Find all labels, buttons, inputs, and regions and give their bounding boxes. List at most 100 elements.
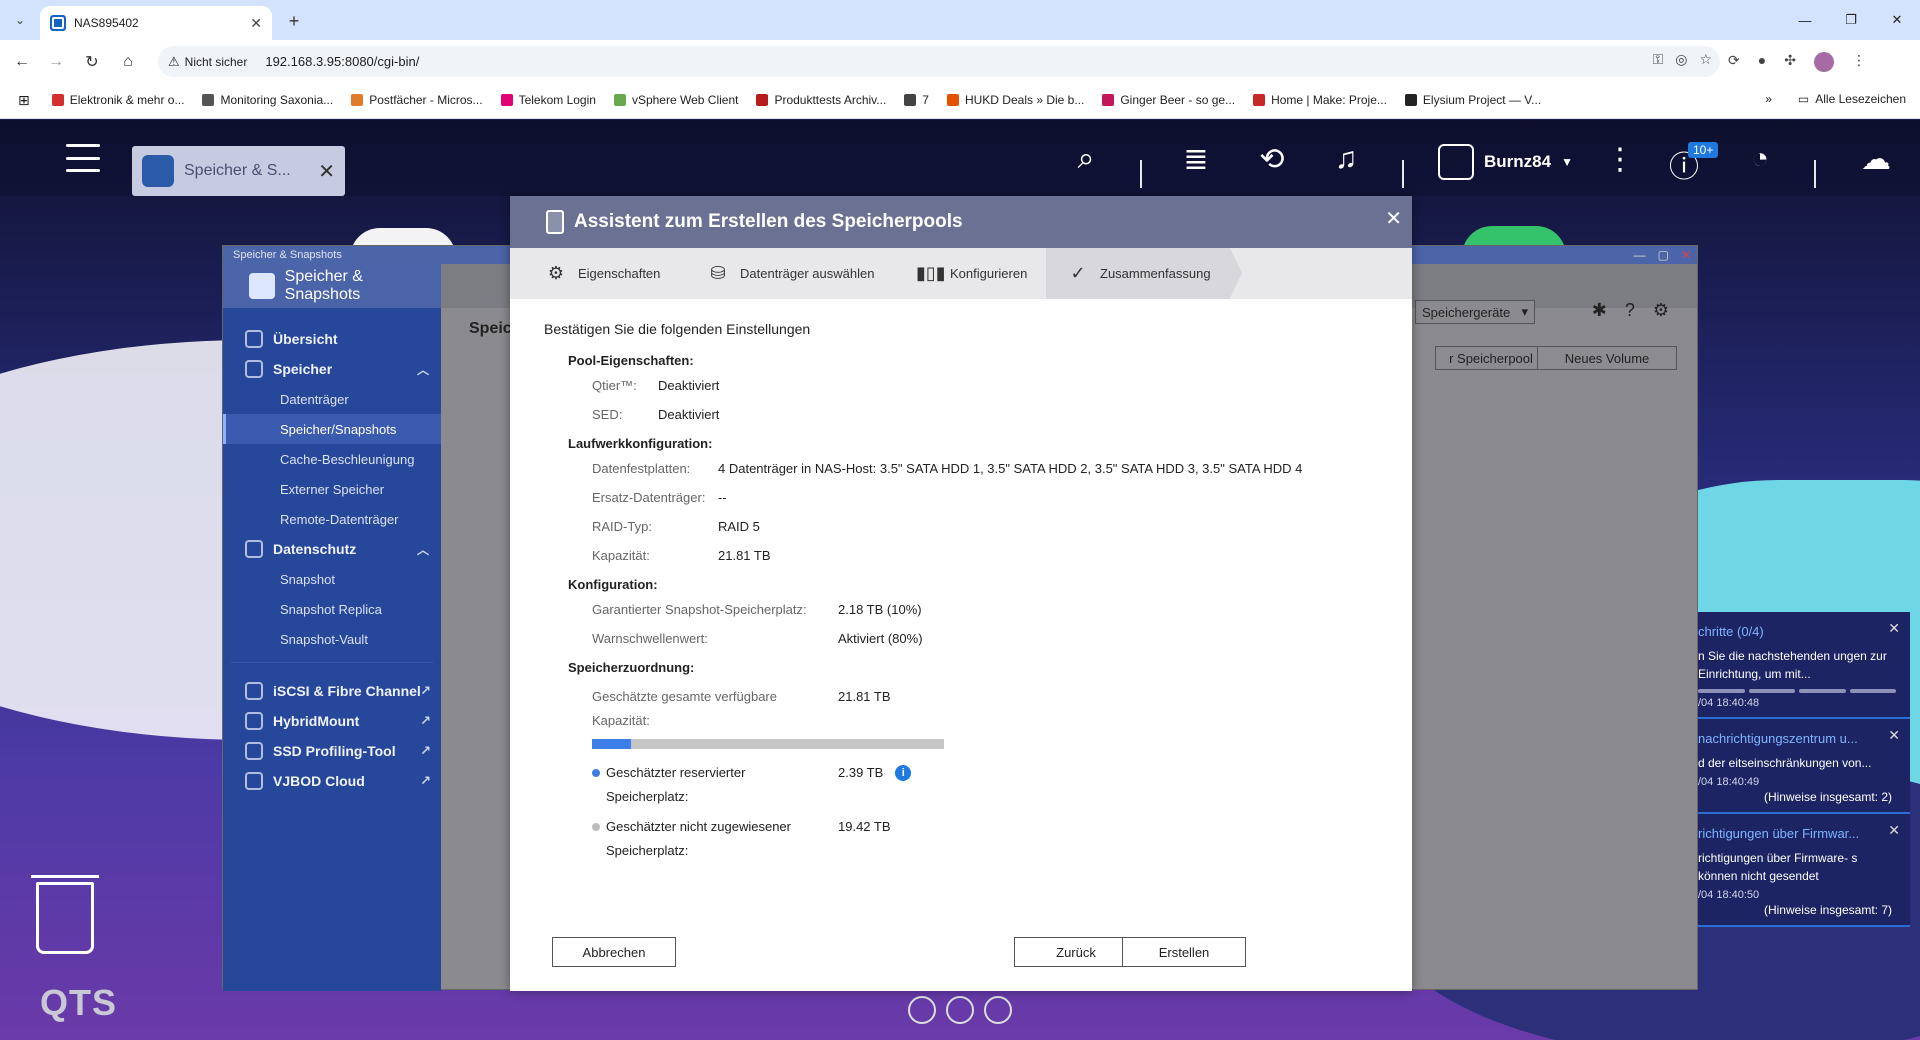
sidebar-item-storage-snapshots[interactable]: Speicher/Snapshots — [223, 414, 441, 444]
sidebar-item-disks[interactable]: Datenträger — [223, 384, 441, 414]
close-window-button[interactable]: ✕ — [1874, 8, 1920, 32]
legend-row: Geschätzter nicht zugewiesener Speicherp… — [592, 815, 1378, 869]
minimize-button[interactable]: — — [1782, 8, 1828, 32]
info-icon[interactable]: i — [895, 765, 912, 781]
notification-card[interactable]: ✕ chritte (0/4) n Sie die nachstehenden … — [1698, 612, 1910, 719]
bookmark-item[interactable]: vSphere Web Client — [613, 93, 738, 107]
eye-off-icon[interactable]: ◎ — [1675, 51, 1687, 68]
apps-grid-icon[interactable]: ⊞ — [18, 92, 30, 109]
storage-devices-select[interactable]: Speichergeräte ▾ — [1415, 300, 1535, 324]
extensions-puzzle-icon[interactable]: ✣ — [1784, 52, 1796, 72]
summary-row: Qtier™: Deaktiviert — [592, 378, 720, 393]
bookmark-item[interactable]: Monitoring Saxonia... — [202, 93, 333, 107]
capacity-bar — [592, 739, 944, 749]
close-icon[interactable]: ✕ — [1888, 620, 1900, 637]
sidebar-item-iscsi[interactable]: iSCSI & Fibre Channel ↗ — [223, 676, 441, 706]
bookmark-item[interactable]: Postfächer - Micros... — [351, 93, 483, 107]
star-icon[interactable]: ☆ — [1699, 51, 1712, 68]
browser-menu-icon[interactable]: ⋮ — [1852, 52, 1866, 72]
trash-icon[interactable] — [31, 875, 99, 954]
hybridmount-icon — [245, 712, 263, 730]
taskbar-app-storage[interactable]: Speicher & S... ✕ — [132, 146, 345, 196]
reserved-dot-icon — [592, 769, 600, 777]
browser-tab[interactable]: NAS895402 ✕ — [40, 6, 272, 40]
tools-icon[interactable]: ✱ — [1592, 300, 1607, 321]
gear-icon: ⚙ — [547, 263, 565, 283]
wizard-header: Assistent zum Erstellen des Speicherpool… — [510, 196, 1412, 248]
address-bar[interactable]: ⚠ Nicht sicher 192.168.3.95:8080/cgi-bin… — [158, 46, 1720, 77]
sidebar-item-overview[interactable]: Übersicht — [223, 324, 441, 354]
sidebar-item-external[interactable]: Externer Speicher — [223, 474, 441, 504]
sidebar-item-vjbod[interactable]: VJBOD Cloud ↗ — [223, 766, 441, 796]
bookmark-item[interactable]: Home | Make: Proje... — [1253, 93, 1387, 107]
browser-toolbar: ← → ↻ ⌂ ⚠ Nicht sicher 192.168.3.95:8080… — [0, 40, 1920, 82]
more-bookmarks-icon[interactable]: » — [1765, 92, 1772, 106]
minimize-icon[interactable]: — — [1634, 248, 1646, 262]
create-button[interactable]: Erstellen — [1122, 937, 1246, 967]
dashboard-gauge-icon[interactable]: ◔ — [1740, 142, 1780, 176]
more-options-icon[interactable]: ⋮ — [1600, 142, 1640, 177]
bell-icon[interactable]: ♫ — [1326, 142, 1366, 176]
tab-search-button[interactable]: ⌄ — [8, 8, 32, 32]
cloud-icon[interactable]: ☁ — [1856, 142, 1896, 177]
bookmark-item[interactable]: HUKD Deals » Die b... — [946, 93, 1084, 107]
profile-avatar[interactable] — [1813, 52, 1834, 72]
dock-app-icon[interactable] — [984, 996, 1012, 1024]
restore-button[interactable]: ❐ — [1828, 8, 1874, 32]
bookmark-item[interactable]: Elysium Project — V... — [1404, 93, 1541, 107]
extension-badge-icon[interactable]: ● — [1758, 52, 1766, 72]
dock-app-icon[interactable] — [908, 996, 936, 1024]
new-tab-button[interactable]: + — [282, 9, 306, 33]
new-pool-button[interactable]: r Speicherpool — [1435, 346, 1547, 370]
sidebar-item-protection[interactable]: Datenschutz ︿ — [223, 534, 441, 564]
sync-icon[interactable]: ⟲ — [1252, 142, 1292, 177]
dock-app-icon[interactable] — [946, 996, 974, 1024]
bookmark-item[interactable]: Produkttests Archiv... — [756, 93, 886, 107]
wizard-steps: ⚙ Eigenschaften ⛁ Datenträger auswählen ▮▯… — [510, 248, 1412, 299]
sidebar-item-snapshot-replica[interactable]: Snapshot Replica — [223, 594, 441, 624]
divider — [1814, 160, 1816, 188]
key-icon[interactable]: ⚿ — [1653, 51, 1664, 68]
forward-button[interactable]: → — [42, 48, 70, 76]
close-icon[interactable]: ✕ — [1888, 822, 1900, 839]
tab-close-icon[interactable]: ✕ — [250, 15, 262, 32]
notification-card[interactable]: ✕ richtigungen über Firmwar... richtigun… — [1698, 814, 1910, 927]
reload-button[interactable]: ↻ — [78, 48, 106, 76]
bookmark-item[interactable]: Elektronik & mehr o... — [51, 93, 184, 107]
bookmark-favicon-icon — [202, 94, 215, 106]
sidebar-item-storage[interactable]: Speicher ︿ — [223, 354, 441, 384]
close-icon[interactable]: ✕ — [1385, 206, 1402, 231]
sidebar-item-hybridmount[interactable]: HybridMount ↗ — [223, 706, 441, 736]
bookmark-item[interactable]: 7 — [904, 93, 929, 107]
close-app-icon[interactable]: ✕ — [318, 159, 335, 184]
sidebar-item-snapshot[interactable]: Snapshot — [223, 564, 441, 594]
sidebar-item-snapshot-vault[interactable]: Snapshot-Vault — [223, 624, 441, 654]
search-icon[interactable]: ⌕ — [1066, 142, 1106, 176]
security-chip[interactable]: ⚠ Nicht sicher — [168, 54, 257, 70]
user-menu[interactable]: Burnz84 ▼ — [1438, 144, 1573, 180]
notification-total[interactable]: (Hinweise insgesamt: 7) — [1698, 903, 1896, 917]
gear-icon[interactable]: ⚙ — [1653, 300, 1669, 321]
notification-total[interactable]: (Hinweise insgesamt: 2) — [1698, 790, 1896, 804]
bookmark-item[interactable]: Ginger Beer - so ge... — [1102, 93, 1235, 107]
bookmark-item[interactable]: Telekom Login — [500, 93, 596, 107]
back-button[interactable]: ← — [8, 48, 36, 76]
back-button[interactable]: Zurück — [1014, 937, 1138, 967]
close-icon[interactable]: ✕ — [1681, 248, 1691, 262]
all-bookmarks-folder[interactable]: ▭ Alle Lesezeichen — [1798, 92, 1906, 106]
cancel-button[interactable]: Abbrechen — [552, 937, 676, 967]
sidebar-item-cache[interactable]: Cache-Beschleunigung — [223, 444, 441, 474]
bookmark-favicon-icon — [1253, 94, 1266, 106]
new-volume-button[interactable]: Neues Volume — [1537, 346, 1677, 370]
help-icon[interactable]: ? — [1625, 300, 1635, 321]
close-icon[interactable]: ✕ — [1888, 727, 1900, 744]
tasks-icon[interactable]: ≣ — [1176, 142, 1216, 177]
maximize-icon[interactable]: ▢ — [1658, 248, 1669, 262]
home-button[interactable]: ⌂ — [114, 48, 142, 76]
sidebar-item-ssd-profiling[interactable]: SSD Profiling-Tool ↗ — [223, 736, 441, 766]
dashboard-icon — [245, 330, 263, 348]
sidebar-item-remote[interactable]: Remote-Datenträger — [223, 504, 441, 534]
main-menu-icon[interactable] — [66, 144, 100, 172]
extension-link-icon[interactable]: ⟳ — [1728, 52, 1740, 72]
notification-card[interactable]: ✕ nachrichtigungszentrum u... d der eits… — [1698, 719, 1910, 814]
